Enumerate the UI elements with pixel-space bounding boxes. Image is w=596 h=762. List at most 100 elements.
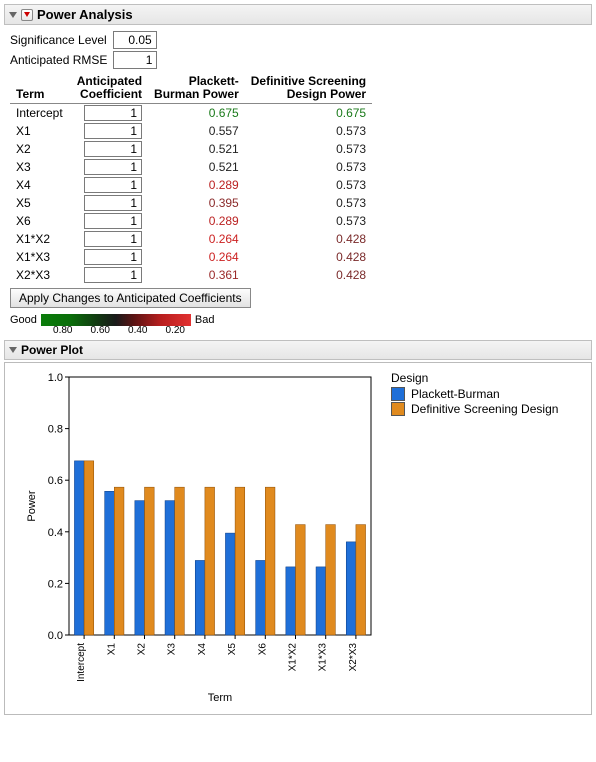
svg-text:X3: X3: [167, 643, 178, 656]
power-plot-body: 0.0 0.2 0.4 0.6 0.8 1.0 Power Intercept X1 X2 X3 X4…: [4, 362, 592, 715]
svg-text:0.2: 0.2: [48, 579, 63, 591]
red-triangle-icon[interactable]: [21, 9, 33, 21]
coef-input[interactable]: [84, 249, 142, 265]
svg-text:Power: Power: [26, 490, 38, 522]
svg-text:Term: Term: [208, 692, 232, 704]
coef-cell: [71, 248, 148, 266]
power-analysis-title: Power Analysis: [37, 7, 133, 22]
significance-input[interactable]: [113, 31, 157, 49]
apply-changes-button[interactable]: Apply Changes to Anticipated Coefficient…: [10, 288, 251, 308]
rmse-input[interactable]: [113, 51, 157, 69]
term-cell: Intercept: [10, 104, 71, 123]
rmse-row: Anticipated RMSE: [10, 51, 586, 69]
svg-text:X1: X1: [106, 643, 117, 656]
power-plot-header[interactable]: Power Plot: [4, 340, 592, 360]
significance-row: Significance Level: [10, 31, 586, 49]
dsd-cell: 0.573: [245, 194, 372, 212]
coef-input[interactable]: [84, 213, 142, 229]
power-plot-title: Power Plot: [21, 343, 83, 357]
svg-text:X1*X2: X1*X2: [288, 643, 299, 672]
col-coef: AnticipatedCoefficient: [71, 73, 148, 104]
power-analysis-body: Significance Level Anticipated RMSE Term…: [4, 25, 592, 340]
good-label: Good: [10, 314, 37, 326]
svg-text:0.0: 0.0: [48, 630, 63, 642]
coef-cell: [71, 230, 148, 248]
coef-cell: [71, 266, 148, 284]
color-strip: [41, 314, 191, 326]
coef-input[interactable]: [84, 159, 142, 175]
coef-cell: [71, 122, 148, 140]
dsd-cell: 0.573: [245, 140, 372, 158]
pb-cell: 0.557: [148, 122, 245, 140]
dsd-cell: 0.675: [245, 104, 372, 123]
col-pb: Plackett-Burman Power: [148, 73, 245, 104]
svg-text:X2*X3: X2*X3: [348, 643, 359, 672]
coef-cell: [71, 176, 148, 194]
svg-text:0.6: 0.6: [48, 476, 63, 488]
table-row: X2 0.5210.573: [10, 140, 372, 158]
coef-input[interactable]: [84, 105, 142, 121]
coef-cell: [71, 140, 148, 158]
coef-cell: [71, 158, 148, 176]
coef-input[interactable]: [84, 141, 142, 157]
coef-input[interactable]: [84, 177, 142, 193]
table-row: X2*X30.3610.428: [10, 266, 372, 284]
term-cell: X5: [10, 194, 71, 212]
coef-input[interactable]: [84, 267, 142, 283]
svg-text:X5: X5: [227, 643, 238, 656]
power-analysis-header[interactable]: Power Analysis: [4, 4, 592, 25]
term-cell: X1: [10, 122, 71, 140]
bad-label: Bad: [195, 314, 215, 326]
disclosure-icon[interactable]: [9, 347, 17, 353]
dsd-cell: 0.573: [245, 158, 372, 176]
term-cell: X6: [10, 212, 71, 230]
term-cell: X3: [10, 158, 71, 176]
svg-text:1.0: 1.0: [48, 372, 63, 384]
dsd-cell: 0.573: [245, 176, 372, 194]
disclosure-icon[interactable]: [9, 12, 17, 18]
coef-cell: [71, 212, 148, 230]
dsd-cell: 0.573: [245, 122, 372, 140]
svg-text:Intercept: Intercept: [76, 643, 87, 682]
term-cell: X2: [10, 140, 71, 158]
legend-item-pb: Plackett-Burman: [391, 387, 558, 401]
coef-cell: [71, 194, 148, 212]
color-strip-ticks: 0.80 0.60 0.40 0.20: [44, 325, 194, 336]
term-cell: X4: [10, 176, 71, 194]
table-row: X1*X3 0.2640.428: [10, 248, 372, 266]
pb-cell: 0.264: [148, 248, 245, 266]
svg-text:X6: X6: [257, 643, 268, 656]
dsd-cell: 0.428: [245, 248, 372, 266]
dsd-cell: 0.573: [245, 212, 372, 230]
pb-cell: 0.521: [148, 158, 245, 176]
swatch-dsd: [391, 402, 405, 416]
chart-legend: Design Plackett-Burman Definitive Screen…: [391, 367, 558, 710]
color-legend: Good Bad: [10, 314, 586, 326]
svg-text:0.4: 0.4: [48, 527, 63, 539]
term-cell: X2*X3: [10, 266, 71, 284]
pb-cell: 0.264: [148, 230, 245, 248]
pb-cell: 0.521: [148, 140, 245, 158]
swatch-pb: [391, 387, 405, 401]
svg-text:X2: X2: [137, 643, 148, 656]
dsd-cell: 0.428: [245, 266, 372, 284]
col-dsd: Definitive ScreeningDesign Power: [245, 73, 372, 104]
col-term: Term: [10, 73, 71, 104]
term-cell: X1*X3: [10, 248, 71, 266]
pb-cell: 0.395: [148, 194, 245, 212]
pb-cell: 0.675: [148, 104, 245, 123]
svg-text:X4: X4: [197, 643, 208, 656]
coef-cell: [71, 104, 148, 123]
table-row: X1*X20.2640.428: [10, 230, 372, 248]
significance-label: Significance Level: [10, 33, 107, 47]
table-row: X3 0.5210.573: [10, 158, 372, 176]
dsd-cell: 0.428: [245, 230, 372, 248]
svg-text:0.8: 0.8: [48, 424, 63, 436]
coef-input[interactable]: [84, 231, 142, 247]
coef-input[interactable]: [84, 195, 142, 211]
power-table: Term AnticipatedCoefficient Plackett-Bur…: [10, 73, 372, 284]
legend-title: Design: [391, 371, 558, 385]
power-plot-svg: 0.0 0.2 0.4 0.6 0.8 1.0 Power Intercept X1 X2 X3 X4…: [21, 367, 381, 707]
table-row: X40.2890.573: [10, 176, 372, 194]
coef-input[interactable]: [84, 123, 142, 139]
